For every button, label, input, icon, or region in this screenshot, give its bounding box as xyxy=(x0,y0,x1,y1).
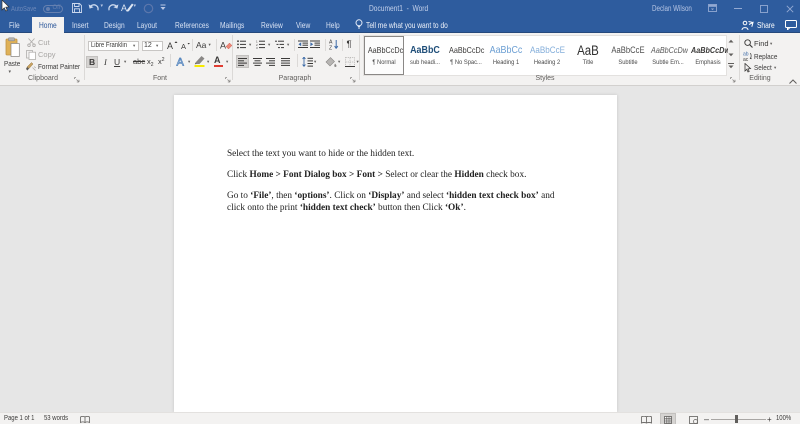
svg-text:3: 3 xyxy=(256,46,258,49)
svg-text:Z: Z xyxy=(329,46,332,50)
svg-text:A: A xyxy=(177,57,185,68)
svg-text:A: A xyxy=(121,3,127,13)
svg-text:ac: ac xyxy=(743,57,749,61)
svg-text:A: A xyxy=(167,41,173,50)
svg-text:A: A xyxy=(181,42,186,50)
svg-text:A: A xyxy=(220,41,226,51)
